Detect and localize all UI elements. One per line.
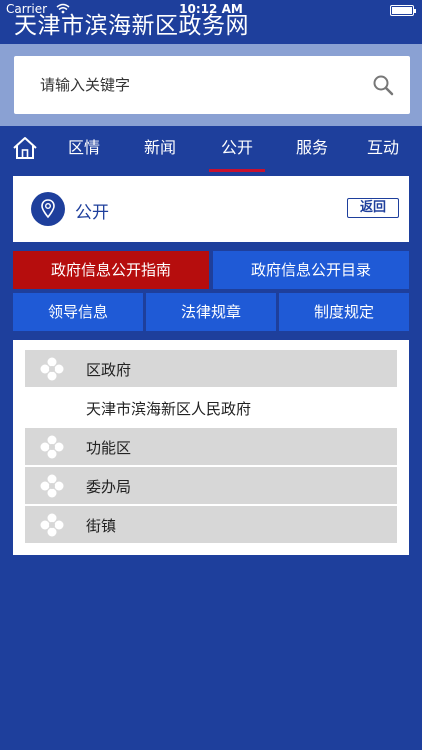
list-item-label: 功能区 bbox=[86, 439, 132, 457]
flower-icon bbox=[40, 435, 64, 459]
list-item-district-gov[interactable]: 区政府 bbox=[25, 350, 397, 387]
list-item-label: 区政府 bbox=[86, 361, 132, 379]
tab-gongkai[interactable]: 公开 bbox=[209, 126, 265, 172]
catalog-button[interactable]: 政府信息公开目录 bbox=[213, 251, 409, 289]
section-header: 公开 返回 bbox=[13, 176, 409, 242]
back-button[interactable]: 返回 bbox=[347, 198, 399, 218]
nav-bar: 区情 新闻 公开 服务 互动 bbox=[0, 126, 422, 172]
list-item-towns[interactable]: 街镇 bbox=[25, 506, 397, 543]
regulations-button[interactable]: 制度规定 bbox=[279, 293, 409, 331]
search-input[interactable] bbox=[40, 74, 360, 96]
tab-xinwen[interactable]: 新闻 bbox=[132, 126, 188, 172]
list-item-people-gov[interactable]: 天津市滨海新区人民政府 bbox=[25, 389, 397, 426]
flower-icon bbox=[40, 474, 64, 498]
flower-icon bbox=[40, 357, 64, 381]
section-title: 公开 bbox=[75, 203, 109, 223]
guide-button[interactable]: 政府信息公开指南 bbox=[13, 251, 209, 289]
app-title: 天津市滨海新区政务网 bbox=[14, 13, 249, 39]
location-pin-icon bbox=[31, 192, 65, 226]
battery-icon bbox=[390, 5, 416, 16]
laws-button[interactable]: 法律规章 bbox=[146, 293, 276, 331]
search-icon[interactable] bbox=[372, 74, 394, 96]
list-item-label: 街镇 bbox=[86, 517, 117, 535]
home-icon[interactable] bbox=[12, 136, 38, 160]
org-list: 区政府 天津市滨海新区人民政府 功能区 委办局 街镇 bbox=[13, 340, 409, 555]
tab-fuwu[interactable]: 服务 bbox=[284, 126, 340, 172]
list-item-label: 天津市滨海新区人民政府 bbox=[86, 400, 252, 418]
tab-quqing[interactable]: 区情 bbox=[56, 126, 112, 172]
flower-icon bbox=[40, 513, 64, 537]
list-item-functional-zone[interactable]: 功能区 bbox=[25, 428, 397, 465]
search-area bbox=[0, 44, 422, 126]
list-item-label: 委办局 bbox=[86, 478, 132, 496]
search-box[interactable] bbox=[14, 56, 410, 114]
leaders-button[interactable]: 领导信息 bbox=[13, 293, 143, 331]
list-item-bureaus[interactable]: 委办局 bbox=[25, 467, 397, 504]
tab-hudong[interactable]: 互动 bbox=[355, 126, 411, 172]
